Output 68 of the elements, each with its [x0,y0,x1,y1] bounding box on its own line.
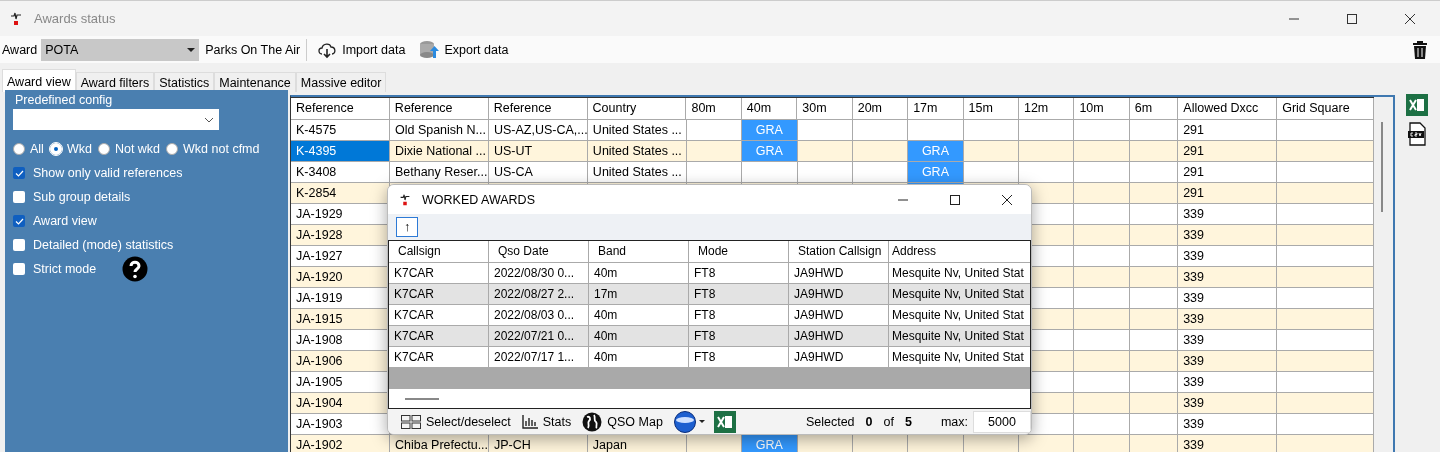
grid-icon [401,414,421,429]
checkbox[interactable] [13,191,25,203]
scrollbar-thumb[interactable] [1381,122,1383,212]
radio-label: Wkd [66,142,92,156]
tab[interactable]: Maintenance [214,72,296,92]
table-cell[interactable]: JA-1902 [291,435,390,452]
award-name: Parks On The Air [205,42,301,57]
band-cell: GRA [742,435,798,452]
radio-label: Wkd not cfmd [183,142,260,156]
select-deselect-button[interactable]: Select/deselect [398,414,514,429]
checkbox-label: Sub group details [33,190,131,204]
app-icon [398,192,412,207]
dialog-title: WORKED AWARDS [422,192,535,207]
tab[interactable]: Award view [2,69,76,92]
award-dropdown[interactable]: POTA [41,38,200,61]
checkbox[interactable] [13,263,25,275]
of-label: of [883,414,894,429]
checkbox-label: Award view [33,214,97,228]
checkbox-label: Detailed (mode) statistics [33,238,174,252]
caret-icon [187,47,196,52]
max-label: max: [940,414,968,429]
checkbox[interactable] [13,215,25,227]
selected-label: Selected [805,414,855,429]
selected-count: 0 [865,414,873,429]
maximize-icon[interactable] [949,193,961,206]
database-upload-icon [419,39,440,60]
band-cell: GRA [908,141,964,162]
excel-icon[interactable] [713,410,736,433]
radio-option[interactable]: All [13,142,44,156]
chevron-icon [204,116,214,123]
table-cell: 339 [1178,435,1278,452]
radio-option[interactable]: Wkd [49,142,92,156]
csv-file-icon[interactable] [1407,122,1427,146]
config-label: Predefined config [14,93,114,107]
cloud-download-icon [317,40,338,59]
window-title: Awards status [34,11,116,26]
checkbox[interactable] [13,239,25,251]
radio-option[interactable]: Wkd not cfmd [166,142,260,156]
close-icon[interactable] [1001,193,1013,206]
stats-button[interactable]: Stats [518,414,575,429]
scrollbar-thumb[interactable] [405,398,439,400]
total-count: 5 [904,414,912,429]
award-label: Award [2,42,38,57]
help-icon[interactable] [122,256,149,282]
app-icon [8,10,24,27]
band-cell: GRA [908,162,964,183]
radio-label: Not wkd [114,142,161,156]
export-button[interactable]: Export data [415,39,513,60]
checkbox[interactable] [13,167,25,179]
table-cell[interactable]: K-4395 [291,141,390,162]
radio-option[interactable]: Not wkd [97,142,161,156]
max-input[interactable]: 5000 [973,410,1031,433]
radio-label: All [30,142,44,156]
earth-globe-icon [673,410,706,433]
excel-icon[interactable] [1406,94,1428,116]
tab[interactable]: Statistics [154,72,215,92]
maximize-icon[interactable] [1346,12,1358,25]
qso-map-button[interactable]: QSO Map [579,411,666,432]
import-button[interactable]: Import data [313,40,410,59]
trash-icon[interactable] [1412,39,1428,60]
tab[interactable]: Massive editor [295,72,387,92]
bar-chart-icon [521,414,538,429]
checkbox-label: Show only valid references [33,166,183,180]
band-cell: GRA [742,120,798,141]
up-button[interactable]: ↑ [396,217,418,237]
close-icon[interactable] [1404,12,1416,25]
checkbox-label: Strict mode [33,262,97,276]
band-cell: GRA [742,141,798,162]
